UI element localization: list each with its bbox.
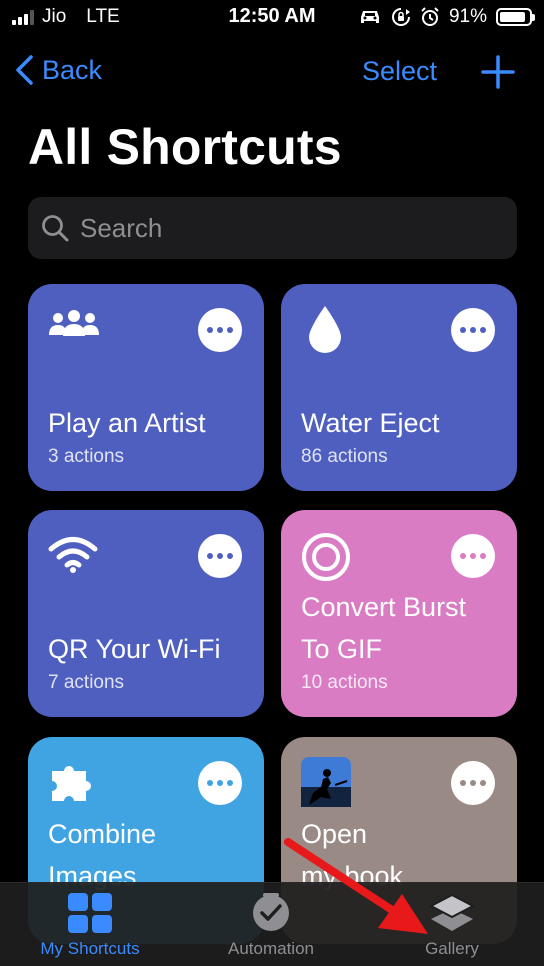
navigation-bar: Back Select	[0, 52, 544, 92]
shortcut-title-line2: To GIF	[301, 634, 383, 664]
shortcut-title-line1: Convert Burst	[301, 592, 467, 622]
search-icon	[42, 215, 69, 242]
dot	[470, 327, 476, 333]
back-button[interactable]: Back	[14, 54, 102, 86]
chevron-left-icon	[16, 55, 33, 85]
dot	[217, 780, 223, 786]
water-drop-icon	[309, 306, 341, 353]
dot	[217, 327, 223, 333]
shortcut-title-line1: Combine	[48, 819, 157, 849]
tab-my-shortcuts[interactable]: My Shortcuts	[0, 893, 180, 959]
battery-icon	[496, 8, 535, 26]
dot	[207, 553, 213, 559]
shortcut-tile-play-an-artist[interactable]: Play an Artist 3 actions	[28, 284, 264, 491]
back-label: Back	[42, 54, 103, 85]
add-shortcut-button[interactable]	[480, 54, 516, 90]
dot	[227, 780, 233, 786]
tab-label: My Shortcuts	[40, 939, 140, 958]
more-options-button[interactable]	[451, 761, 495, 805]
more-options-button[interactable]	[451, 534, 495, 578]
car-icon	[360, 11, 379, 23]
dot	[217, 553, 223, 559]
wifi-icon	[48, 537, 98, 573]
shortcut-action-count: 86 actions	[301, 446, 388, 467]
dot	[480, 553, 486, 559]
dot	[470, 553, 476, 559]
battery-percent: 91%	[448, 6, 487, 27]
select-button[interactable]: Select	[362, 56, 437, 87]
tab-automation[interactable]: Automation	[181, 893, 361, 959]
tab-bar: My Shortcuts Automation Gallery	[0, 882, 544, 966]
dot	[207, 780, 213, 786]
dot	[227, 553, 233, 559]
more-options-button[interactable]	[198, 534, 242, 578]
people-icon	[49, 310, 99, 336]
dot	[470, 780, 476, 786]
shortcut-tile-convert-burst-to-gif[interactable]: Convert Burst To GIF 10 actions	[281, 510, 517, 717]
clock-check-icon	[253, 893, 289, 931]
dot	[460, 553, 466, 559]
status-bar: Jio LTE 12:50 AM 91%	[0, 0, 544, 36]
target-icon	[302, 533, 350, 581]
shortcut-title: Water Eject	[301, 408, 440, 438]
shortcut-title-line1: Open	[301, 819, 368, 849]
tab-label: Gallery	[425, 939, 479, 958]
more-options-button[interactable]	[198, 308, 242, 352]
dot	[480, 327, 486, 333]
dot	[227, 327, 233, 333]
search-input[interactable]	[80, 212, 480, 244]
tab-gallery[interactable]: Gallery	[362, 893, 542, 959]
shortcut-action-count: 7 actions	[48, 672, 125, 693]
shortcut-title: Play an Artist	[48, 408, 206, 438]
alarm-icon	[421, 7, 439, 26]
shortcut-title: QR Your Wi-Fi	[48, 634, 221, 664]
orientation-lock-icon	[392, 8, 410, 26]
tab-label: Automation	[228, 939, 314, 958]
shortcut-tile-water-eject[interactable]: Water Eject 86 actions	[281, 284, 517, 491]
dot	[207, 327, 213, 333]
layers-icon	[429, 893, 475, 931]
page-title: All Shortcuts	[28, 119, 342, 175]
shortcut-tile-qr-your-wifi[interactable]: QR Your Wi-Fi 7 actions	[28, 510, 264, 717]
search-bar[interactable]	[28, 197, 517, 259]
more-options-button[interactable]	[451, 308, 495, 352]
dot	[460, 780, 466, 786]
status-right: 91%	[358, 6, 535, 28]
shortcut-action-count: 10 actions	[301, 672, 388, 693]
shortcut-action-count: 3 actions	[48, 446, 125, 467]
more-options-button[interactable]	[198, 761, 242, 805]
puzzle-icon	[52, 766, 92, 801]
kindle-icon	[301, 757, 351, 807]
grid-icon	[68, 893, 112, 933]
dot	[460, 327, 466, 333]
dot	[480, 780, 486, 786]
